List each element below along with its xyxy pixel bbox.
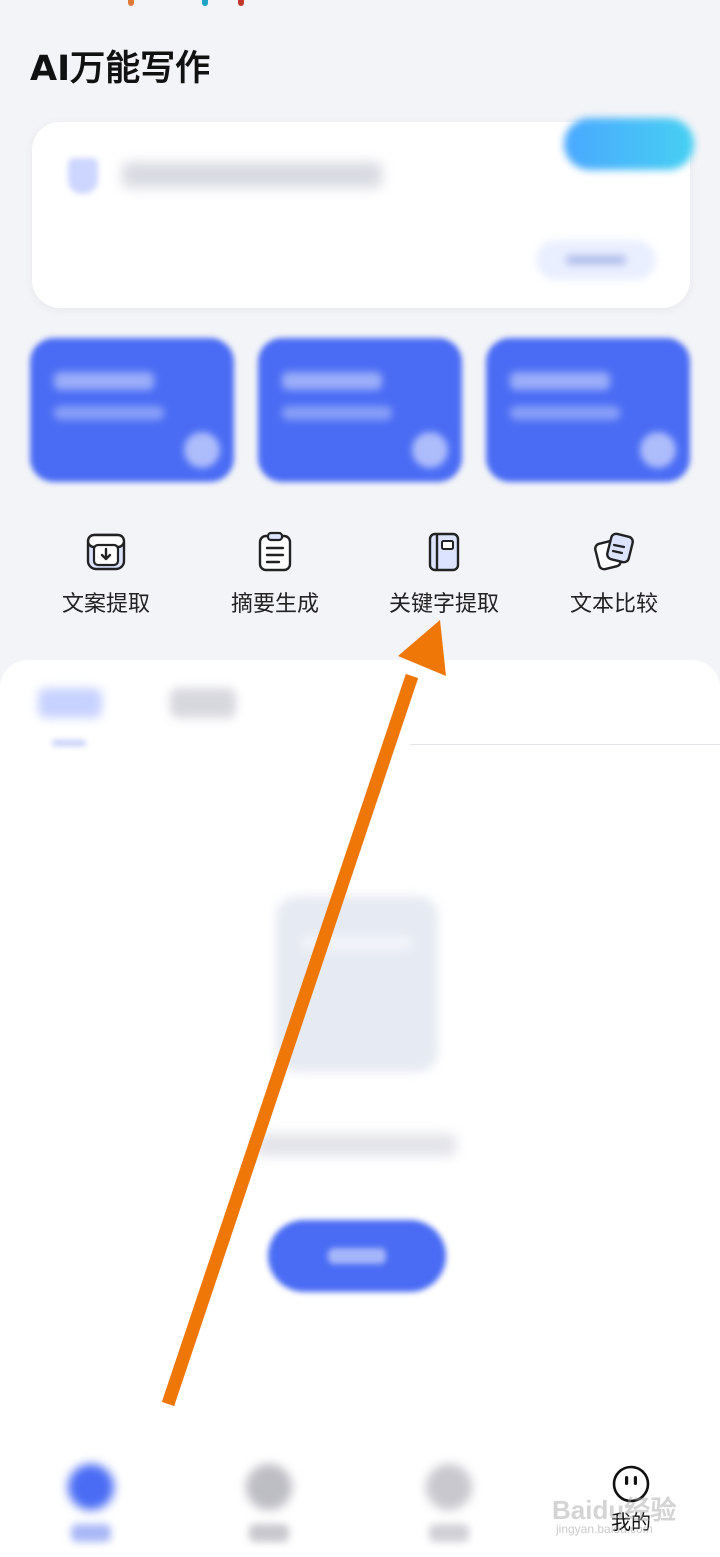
feature-card-icon	[640, 432, 676, 468]
nav-item-2[interactable]	[224, 1464, 314, 1554]
prompt-input-card[interactable]	[32, 118, 694, 308]
page-title: AI万能写作	[30, 49, 211, 89]
shield-icon	[68, 158, 98, 194]
tab-active[interactable]	[38, 688, 102, 718]
tool-keyword-extract[interactable]: 关键字提取	[359, 530, 529, 618]
status-bar-indicators	[128, 0, 258, 6]
tool-text-compare[interactable]: 文本比较	[529, 530, 699, 618]
tool-label: 关键字提取	[388, 592, 499, 617]
feature-card-icon	[184, 432, 220, 468]
notebook-icon	[428, 532, 460, 572]
feature-card-icon	[412, 432, 448, 468]
tool-label: 文本比较	[569, 592, 658, 617]
create-button[interactable]	[268, 1220, 446, 1292]
tool-label: 文案提取	[61, 592, 150, 617]
clipboard-icon	[258, 531, 292, 572]
tool-copy-extract[interactable]: 文案提取	[21, 530, 191, 618]
tab-underline	[52, 740, 86, 746]
tab-inactive[interactable]	[170, 688, 236, 718]
empty-state-text	[256, 1134, 456, 1156]
prompt-submit-button[interactable]	[536, 240, 656, 280]
history-panel	[0, 660, 720, 1460]
feature-card-2[interactable]	[258, 338, 462, 482]
nav-item-3[interactable]	[404, 1464, 494, 1554]
nav-item-home[interactable]	[46, 1464, 136, 1554]
tool-summary[interactable]: 摘要生成	[190, 530, 360, 618]
feature-card-3[interactable]	[486, 338, 690, 482]
empty-state-illustration	[276, 896, 438, 1072]
prompt-placeholder	[122, 162, 382, 188]
watermark-url: jingyan.baidu.com	[556, 1522, 653, 1536]
prompt-mode-badge[interactable]	[564, 118, 694, 170]
tool-label: 摘要生成	[230, 592, 319, 617]
divider	[410, 744, 720, 745]
cards-compare-icon	[594, 532, 634, 571]
feature-card-1[interactable]	[30, 338, 234, 482]
download-box-icon	[86, 533, 126, 571]
